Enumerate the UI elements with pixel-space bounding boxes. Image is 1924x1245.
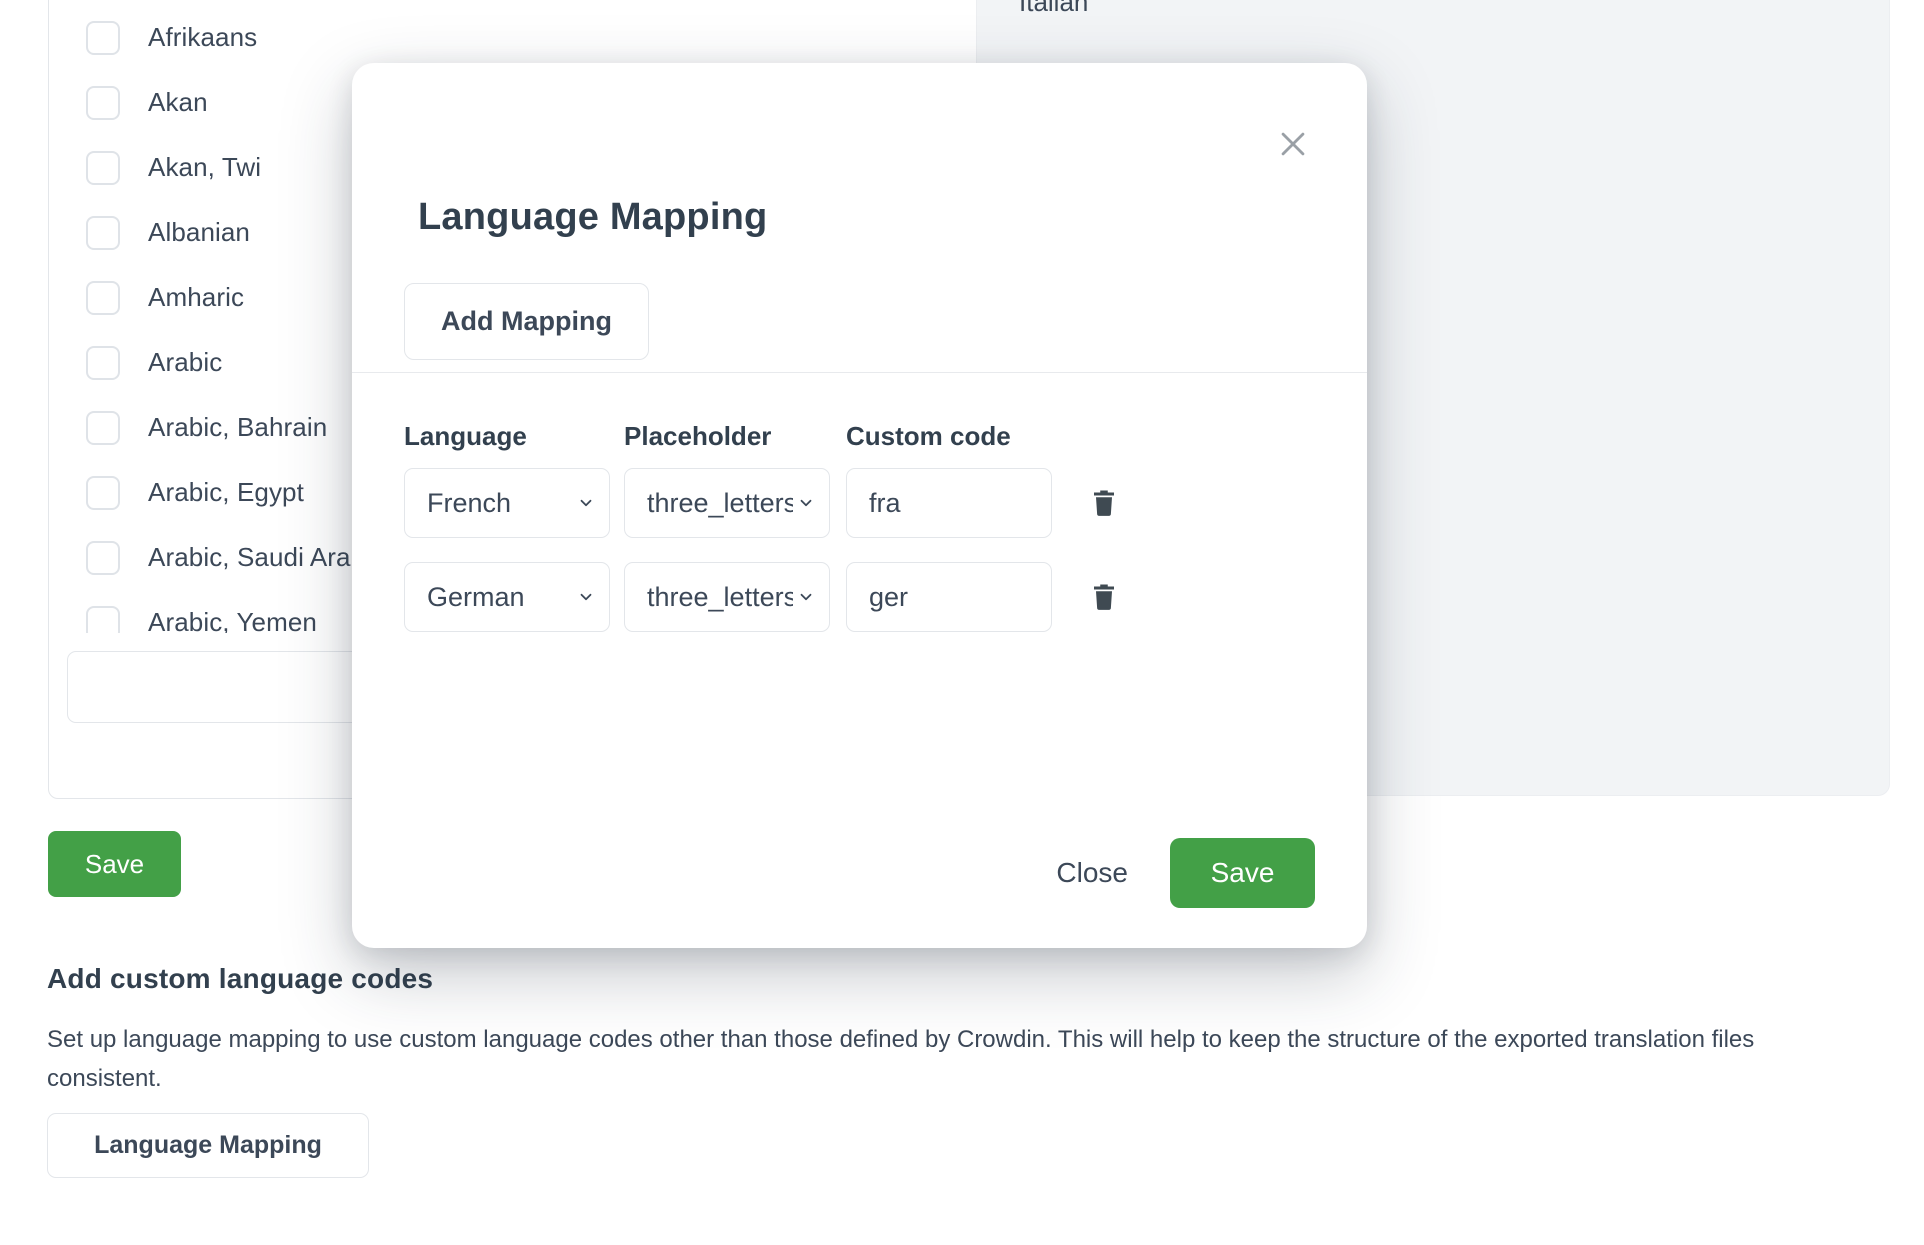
language-mapping-modal: Language Mapping Add Mapping Language Pl… xyxy=(352,63,1367,948)
list-item[interactable]: Afrikaans xyxy=(49,5,1087,70)
chevron-down-icon xyxy=(797,494,815,512)
close-button[interactable]: Close xyxy=(1050,849,1134,897)
custom-code-value: ger xyxy=(869,582,1037,613)
checkbox[interactable] xyxy=(86,411,120,445)
list-item-label: Arabic, Bahrain xyxy=(148,412,327,443)
checkbox[interactable] xyxy=(86,541,120,575)
custom-code-input[interactable]: fra xyxy=(846,468,1052,538)
language-select[interactable]: German xyxy=(404,562,610,632)
list-item-label: Arabic, Yemen xyxy=(148,607,317,633)
trash-icon[interactable] xyxy=(1082,481,1126,525)
modal-footer: Close Save xyxy=(352,798,1367,948)
trash-icon[interactable] xyxy=(1082,575,1126,619)
table-row: German three_letters_code ger xyxy=(404,562,1315,632)
list-item-label: Albanian xyxy=(148,217,250,248)
page-title: Add custom language codes xyxy=(47,963,433,995)
list-item-label: Arabic, Saudi Arabia xyxy=(148,542,386,573)
list-item-label: Akan xyxy=(148,87,208,118)
checkbox[interactable] xyxy=(86,606,120,634)
modal-header: Language Mapping Add Mapping xyxy=(352,63,1367,373)
chevron-down-icon xyxy=(577,494,595,512)
language-select-value: French xyxy=(427,488,573,519)
checkbox[interactable] xyxy=(86,21,120,55)
language-select[interactable]: French xyxy=(404,468,610,538)
checkbox[interactable] xyxy=(86,151,120,185)
checkbox[interactable] xyxy=(86,281,120,315)
column-header-custom-code: Custom code xyxy=(846,421,1052,452)
save-button[interactable]: Save xyxy=(1170,838,1315,908)
modal-body: Language Placeholder Custom code French xyxy=(352,373,1367,656)
language-select-value: German xyxy=(427,582,573,613)
list-item-label: Arabic xyxy=(148,347,222,378)
custom-code-input[interactable]: ger xyxy=(846,562,1052,632)
section-description: Set up language mapping to use custom la… xyxy=(47,1020,1837,1098)
custom-code-value: fra xyxy=(869,488,1037,519)
chevron-down-icon xyxy=(577,588,595,606)
placeholder-select[interactable]: three_letters_code xyxy=(624,468,830,538)
list-item-label: Amharic xyxy=(148,282,244,313)
save-button[interactable]: Save xyxy=(48,831,181,897)
selected-language-italian[interactable]: Italian xyxy=(1019,0,1088,18)
column-header-language: Language xyxy=(404,421,624,452)
list-item-label: Afrikaans xyxy=(148,22,257,53)
table-header-row: Language Placeholder Custom code xyxy=(404,421,1315,452)
language-mapping-button[interactable]: Language Mapping xyxy=(47,1113,369,1178)
close-icon[interactable] xyxy=(1271,122,1315,166)
placeholder-select-value: three_letters_code xyxy=(647,582,793,613)
column-header-placeholder: Placeholder xyxy=(624,421,846,452)
chevron-down-icon xyxy=(797,588,815,606)
add-mapping-button[interactable]: Add Mapping xyxy=(404,283,649,360)
checkbox[interactable] xyxy=(86,86,120,120)
app-root: Afrikaans Akan Akan, Twi Albanian Amhari… xyxy=(0,0,1924,1245)
checkbox[interactable] xyxy=(86,216,120,250)
modal-title: Language Mapping xyxy=(418,196,767,239)
placeholder-select-value: three_letters_code xyxy=(647,488,793,519)
list-item-label: Arabic, Egypt xyxy=(148,477,304,508)
table-row: French three_letters_code fra xyxy=(404,468,1315,538)
list-item-label: Akan, Twi xyxy=(148,152,261,183)
placeholder-select[interactable]: three_letters_code xyxy=(624,562,830,632)
checkbox[interactable] xyxy=(86,346,120,380)
checkbox[interactable] xyxy=(86,476,120,510)
mapping-table: Language Placeholder Custom code French xyxy=(352,373,1367,632)
